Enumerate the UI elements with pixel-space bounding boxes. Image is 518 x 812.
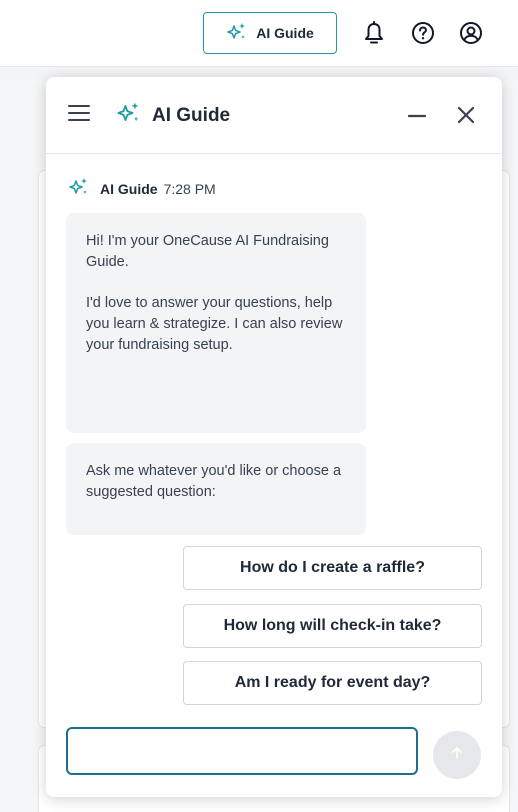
chat-header: AI Guide bbox=[46, 77, 502, 154]
chat-message-input[interactable] bbox=[66, 727, 418, 775]
minimize-icon[interactable] bbox=[406, 105, 428, 127]
suggested-question-button[interactable]: Am I ready for event day? bbox=[183, 661, 482, 705]
suggested-question-button[interactable]: How long will check-in take? bbox=[183, 604, 482, 648]
close-icon[interactable] bbox=[454, 103, 478, 127]
sparkle-icon bbox=[226, 22, 248, 45]
chat-title-group: AI Guide bbox=[116, 101, 230, 130]
message-bubble: Ask me whatever you'd like or choose a s… bbox=[66, 443, 366, 535]
menu-icon[interactable] bbox=[68, 105, 90, 123]
chat-title: AI Guide bbox=[152, 104, 231, 126]
message-text: Ask me whatever you'd like or choose a s… bbox=[86, 463, 342, 500]
ai-guide-button[interactable]: AI Guide bbox=[203, 12, 337, 54]
bell-icon[interactable] bbox=[357, 16, 391, 50]
message-time: 7:28 PM bbox=[163, 180, 216, 197]
arrow-up-icon bbox=[449, 745, 465, 766]
message-author: AI Guide bbox=[100, 180, 158, 197]
sparkle-icon bbox=[116, 101, 142, 130]
help-icon[interactable] bbox=[406, 16, 440, 50]
app-page: AI Guide AI Guide AI Guide 7:28 PM Hi! I… bbox=[0, 0, 518, 812]
send-button[interactable] bbox=[433, 731, 481, 779]
message-bubble: Hi! I'm your OneCause AI Fundraising Gui… bbox=[66, 213, 366, 433]
suggested-question-button[interactable]: How do I create a raffle? bbox=[183, 546, 482, 590]
user-account-icon[interactable] bbox=[454, 16, 488, 50]
message-text: I'd love to answer your questions, help … bbox=[86, 295, 343, 353]
message-meta: AI Guide 7:28 PM bbox=[68, 177, 216, 200]
sparkle-icon bbox=[68, 177, 90, 200]
top-header: AI Guide bbox=[0, 0, 518, 67]
message-text: Hi! I'm your OneCause AI Fundraising Gui… bbox=[86, 233, 329, 270]
ai-guide-button-label: AI Guide bbox=[256, 25, 314, 41]
ai-guide-chat-window: AI Guide AI Guide 7:28 PM Hi! I'm your O… bbox=[46, 77, 502, 797]
